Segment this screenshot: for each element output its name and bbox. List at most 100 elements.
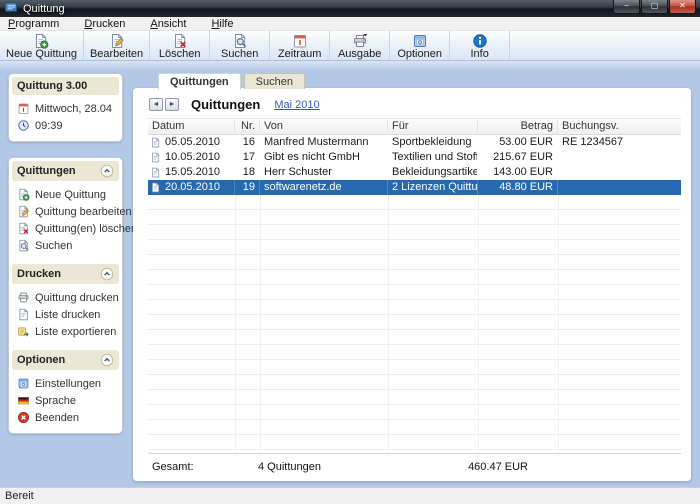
collapse-button[interactable]: [100, 267, 114, 281]
cell-fuer: Bekleidungsartikel: [388, 165, 478, 180]
close-button[interactable]: ✕: [669, 0, 696, 14]
column-header-von[interactable]: Von: [260, 120, 388, 133]
table-empty-area: [148, 195, 681, 453]
menu-item-programm[interactable]: Programm: [5, 18, 67, 30]
table-row[interactable]: 15.05.201018Herr SchusterBekleidungsarti…: [148, 165, 681, 180]
column-header-datum[interactable]: Datum: [148, 120, 235, 133]
cell-fuer: Sportbekleidung: [388, 135, 478, 150]
maximize-button[interactable]: ▢: [641, 0, 668, 14]
collapse-icon: [100, 267, 114, 281]
row-doc-icon: [150, 167, 161, 178]
cell-buchungsv: [558, 165, 681, 180]
cell-nr: 16: [235, 135, 260, 150]
sidebar-item-beenden[interactable]: Beenden: [15, 409, 118, 426]
column-header-buchungsv[interactable]: Buchungsv.: [558, 120, 681, 133]
cell-betrag: 143.00 EUR: [478, 165, 558, 180]
menu-item-hilfe[interactable]: Hilfe: [208, 18, 241, 30]
printer-icon: [17, 291, 30, 304]
toolbar-button-suchen[interactable]: Suchen: [210, 31, 270, 60]
clock-icon: [17, 119, 30, 132]
printer-dropdown-icon: [352, 33, 368, 49]
minimize-button[interactable]: –: [613, 0, 640, 14]
status-bar: Bereit: [0, 487, 700, 504]
sidebar-info-panel: Quittung 3.00 Mittwoch, 28.0409:39: [8, 73, 123, 142]
edit-icon: [109, 33, 125, 49]
collapse-button[interactable]: [100, 353, 114, 367]
sidebar-item-liste-exportieren[interactable]: Liste exportieren: [15, 323, 118, 340]
edit-icon: [17, 205, 30, 218]
sidebar-section-optionen: OptionenEinstellungenSpracheBeenden: [12, 350, 119, 430]
cell-datum: 20.05.2010: [148, 180, 235, 195]
table-row[interactable]: 05.05.201016Manfred MustermannSportbekle…: [148, 135, 681, 150]
tab-suchen[interactable]: Suchen: [244, 73, 305, 89]
sidebar-item-suchen[interactable]: Suchen: [15, 237, 118, 254]
table-row[interactable]: 10.05.201017Gibt es nicht GmbHTextilien …: [148, 150, 681, 165]
toolbar-button-loschen[interactable]: Löschen: [150, 31, 210, 60]
tab-quittungen[interactable]: Quittungen: [158, 73, 241, 90]
app-window: Quittung –▢✕ Programm Drucken Ansicht Hilfe…: [0, 0, 700, 504]
toolbar-button-bearbeiten[interactable]: Bearbeiten: [84, 31, 150, 60]
collapse-button[interactable]: [100, 164, 114, 178]
main-area: QuittungenSuchen ◄ ► Quittungen Mai 2010…: [133, 73, 691, 481]
cell-betrag: 215.67 EUR: [478, 150, 558, 165]
footer-total-amount: 460.47 EUR: [448, 461, 528, 473]
cell-buchungsv: RE 1234567: [558, 135, 681, 150]
table-footer: Gesamt: 4 Quittungen 460.47 EUR: [148, 453, 681, 481]
cell-datum: 10.05.2010: [148, 150, 235, 165]
next-month-button[interactable]: ►: [165, 98, 179, 111]
row-doc-icon: [150, 152, 161, 163]
app-icon: [4, 0, 18, 17]
sidebar: Quittung 3.00 Mittwoch, 28.0409:39 Quitt…: [8, 73, 123, 449]
menu-item-ansicht[interactable]: Ansicht: [147, 18, 194, 30]
cell-von: Manfred Mustermann: [260, 135, 388, 150]
toolbar-button-optionen[interactable]: Optionen: [390, 31, 450, 60]
info-icon: [472, 33, 488, 49]
row-doc-icon: [150, 182, 161, 193]
list-title: Quittungen: [191, 97, 260, 112]
toolbar-button-neue-quittung[interactable]: Neue Quittung: [0, 31, 84, 60]
sidebar-section-quittungen: QuittungenNeue QuittungQuittung bearbeit…: [12, 161, 119, 258]
sidebar-item-quittung-drucken[interactable]: Quittung drucken: [15, 289, 118, 306]
sidebar-item-liste-drucken[interactable]: Liste drucken: [15, 306, 118, 323]
info-panel-header: Quittung 3.00: [12, 77, 119, 95]
sidebar-item-quittung-bearbeiten[interactable]: Quittung bearbeiten: [15, 203, 118, 220]
sidebar-item-sprache[interactable]: Sprache: [15, 392, 118, 409]
delete-icon: [17, 222, 30, 235]
column-header-betrag[interactable]: Betrag: [478, 120, 558, 133]
sidebar-item-neue-quittung[interactable]: Neue Quittung: [15, 186, 118, 203]
previous-month-button[interactable]: ◄: [149, 98, 163, 111]
cell-buchungsv: [558, 180, 681, 195]
toolbar-button-ausgabe[interactable]: Ausgabe: [330, 31, 390, 60]
collapse-icon: [100, 164, 114, 178]
period-link[interactable]: Mai 2010: [274, 99, 319, 111]
info-item-mittwoch-28-04: Mittwoch, 28.04: [15, 100, 118, 117]
footer-receipt-count: 4 Quittungen: [258, 461, 321, 473]
options-icon: [412, 33, 428, 49]
quit-icon: [17, 411, 30, 424]
sidebar-item-quittung-en-loschen[interactable]: Quittung(en) löschen: [15, 220, 118, 237]
table-header-row[interactable]: DatumNr.VonFürBetragBuchungsv.: [148, 118, 681, 135]
cell-buchungsv: [558, 150, 681, 165]
title-bar: Quittung –▢✕: [0, 0, 700, 17]
list-header: ◄ ► Quittungen Mai 2010: [133, 88, 691, 117]
document-icon: [17, 308, 30, 321]
toolbar-button-zeitraum[interactable]: Zeitraum: [270, 31, 330, 60]
receipt-new-icon: [33, 33, 49, 49]
app-icon: [4, 0, 18, 14]
cell-nr: 19: [235, 180, 260, 195]
collapse-icon: [100, 353, 114, 367]
info-item-09-39: 09:39: [15, 117, 118, 134]
sidebar-actions-panel: QuittungenNeue QuittungQuittung bearbeit…: [8, 157, 123, 434]
content-area: Quittung 3.00 Mittwoch, 28.0409:39 Quitt…: [0, 61, 700, 487]
toolbar-button-info[interactable]: Info: [450, 31, 510, 60]
column-header-fur[interactable]: Für: [388, 120, 478, 133]
search-icon: [232, 33, 248, 49]
export-icon: [17, 325, 30, 338]
sidebar-item-einstellungen[interactable]: Einstellungen: [15, 375, 118, 392]
german-flag-icon: [17, 394, 30, 407]
menu-item-drucken[interactable]: Drucken: [81, 18, 133, 30]
cell-betrag: 53.00 EUR: [478, 135, 558, 150]
column-header-nr[interactable]: Nr.: [235, 120, 260, 133]
cell-fuer: Textilien und Stoffe: [388, 150, 478, 165]
table-row[interactable]: 20.05.201019softwarenetz.de2 Lizenzen Qu…: [148, 180, 681, 195]
